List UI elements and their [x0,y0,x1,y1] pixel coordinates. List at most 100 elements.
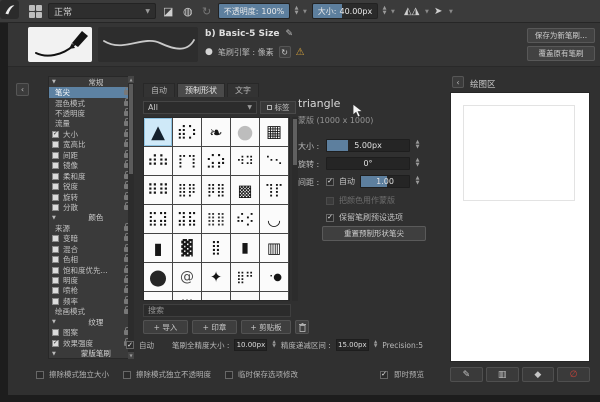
tab-predefined[interactable]: 预制形状 [177,83,225,97]
blend-mode-dropdown[interactable]: 正常 ▼ [48,3,156,19]
tag-button[interactable]: 标签 [260,101,296,114]
tab-text[interactable]: 文字 [227,83,259,97]
option-item[interactable]: 混色模式 [49,97,133,108]
option-item[interactable]: 变暗 [49,233,133,244]
option-item[interactable]: 色相 [49,254,133,264]
tab-auto[interactable]: 自动 [143,83,175,97]
brush-tip-cell[interactable]: ⣯⣽ [144,205,172,233]
checkbox-icon[interactable] [52,193,59,201]
stamp-button[interactable]: + 印章 [192,320,237,334]
option-section-header[interactable]: ▼ 颜色 [49,213,133,223]
eraser-mode-icon[interactable]: ◪ [163,4,173,19]
brush-tip-cell[interactable]: ⢻⡸ [144,292,172,300]
preserve-alpha-icon[interactable]: ◍ [183,4,193,19]
brush-tip-cell[interactable]: ● [144,263,172,291]
reset-tip-button[interactable]: 重置预制形状笔尖 [322,226,426,241]
checkbox-icon[interactable] [52,266,59,274]
option-item[interactable]: 流量 [49,118,133,129]
option-item[interactable]: 大小 [49,128,133,139]
checkbox-icon[interactable] [52,172,59,180]
brush-tip-cell[interactable]: ⠤⠤ [231,292,259,300]
preview-button[interactable]: ▥ [485,367,519,382]
workspace-chooser-icon[interactable] [29,5,42,18]
brush-tip-cell[interactable]: ⢹⡏ [260,176,288,204]
brush-tip-cell[interactable]: ▥ [260,234,288,262]
brush-tip-cell[interactable]: ⡏⢹ [173,147,201,175]
brush-tip-cell[interactable]: ⠑⠢ [260,147,288,175]
option-item[interactable]: 旋转 [49,191,133,202]
checkbox-icon[interactable] [52,203,59,211]
option-item[interactable]: 明度 [49,275,133,285]
option-item[interactable]: 混合 [49,243,133,254]
instant-preview-checkbox[interactable]: 即时预览 [380,369,424,380]
brush-tip-cell[interactable]: ● [231,118,259,146]
checkbox-checked-icon[interactable] [52,130,59,138]
size-spinner[interactable] [380,3,389,19]
opacity-spinner[interactable] [292,3,301,19]
scratchpad-canvas[interactable] [450,92,590,362]
brush-tip-cell-selected[interactable]: ▲ [144,118,172,146]
checkbox-checked-icon[interactable] [52,339,59,347]
opacity-slider[interactable]: 不透明度: 100% [218,3,290,19]
tip-size-spinner[interactable] [413,137,422,153]
save-new-brush-button[interactable]: 保存为新笔刷... [527,28,595,43]
block-button[interactable]: ∅ [557,367,590,382]
search-input[interactable]: 搜索 [143,304,291,317]
brush-tip-cell[interactable]: ⠂⠄ [260,292,288,300]
checkbox-icon[interactable] [52,297,59,305]
brush-tip-cell[interactable]: ▓ [173,234,201,262]
brush-tip-cell[interactable]: ⣿⠛ [231,263,259,291]
brush-tip-cell[interactable]: ◡ [260,205,288,233]
brush-tip-cell[interactable]: ❧ [202,118,230,146]
mirror-vertical-icon[interactable]: ➤ [434,4,442,19]
app-logo-icon[interactable] [0,0,19,19]
option-section-header[interactable]: ▼ 常规 [49,77,133,87]
checkbox-icon[interactable] [52,151,59,159]
option-item[interactable]: 频率 [49,295,133,306]
mirror-horizontal-icon[interactable]: ◭◮ [404,4,419,19]
option-item[interactable]: 镜像 [49,160,133,171]
temp-save-checkbox[interactable]: 临时保存选项修改 [225,369,298,380]
option-section-header[interactable]: ▼ 蒙版笔刷 [49,348,133,358]
option-list-scrollbar[interactable]: ▲ ▼ [128,76,134,359]
brush-tip-cell[interactable]: ⠮⡪ [231,205,259,233]
brush-button[interactable]: ✎ [450,367,483,382]
collapse-scratchpad-button[interactable]: ‹ [452,76,464,88]
chevron-down-icon[interactable]: ▼ [449,9,453,15]
brush-tip-cell[interactable]: ψ [202,292,230,300]
option-item[interactable]: 效果强度 [49,337,133,348]
option-section-header[interactable]: ▼ 纹理 [49,317,133,327]
checkbox-icon[interactable] [52,277,59,285]
brush-tip-cell[interactable]: ⣿⣿ [202,205,230,233]
fade-input[interactable]: 15.00px [335,339,369,351]
brush-tip-cell[interactable]: @ [173,263,201,291]
brush-tip-cell[interactable]: ▮ [231,234,259,262]
checkbox-icon[interactable] [52,141,59,149]
brush-tip-cell[interactable]: ▦ [260,118,288,146]
brush-tip-cell[interactable]: ⣽⣯ [173,205,201,233]
brush-tip-cell[interactable]: ⡿⣿ [202,176,230,204]
checkbox-icon[interactable] [52,329,59,337]
fade-spinner[interactable]: ▲ ▼ [374,340,377,349]
spacing-spinner[interactable] [413,173,422,189]
eraser-opacity-checkbox[interactable]: 擦除模式独立不透明度 [123,369,211,380]
option-item[interactable]: 间距 [49,149,133,160]
edit-name-icon[interactable]: ✎ [285,29,293,39]
option-item[interactable]: 分散 [49,201,133,212]
option-item[interactable]: 宽高比 [49,139,133,150]
checkbox-icon[interactable] [52,245,59,253]
reload-engine-icon[interactable]: ↻ [278,46,291,58]
option-item[interactable]: 不透明度 [49,108,133,118]
brush-tip-cell[interactable]: ⠐● [260,263,288,291]
brush-tip-cell[interactable]: ⠺⠽ [231,147,259,175]
import-button[interactable]: + 导入 [143,320,188,334]
brush-tip-cell[interactable]: ▩ [231,176,259,204]
use-color-as-mask-checkbox[interactable]: 把颜色用作蒙版 [326,195,395,206]
tag-filter-dropdown[interactable]: All ▼ [143,101,257,114]
brush-tip-cell[interactable]: ⠿⠿ [144,176,172,204]
rotation-spinner[interactable] [413,155,422,171]
checkbox-icon[interactable] [52,287,59,295]
delete-brush-button[interactable] [295,320,309,334]
brush-tip-cell[interactable]: ⣪⡵ [202,147,230,175]
chevron-down-icon[interactable]: ▼ [425,9,429,15]
